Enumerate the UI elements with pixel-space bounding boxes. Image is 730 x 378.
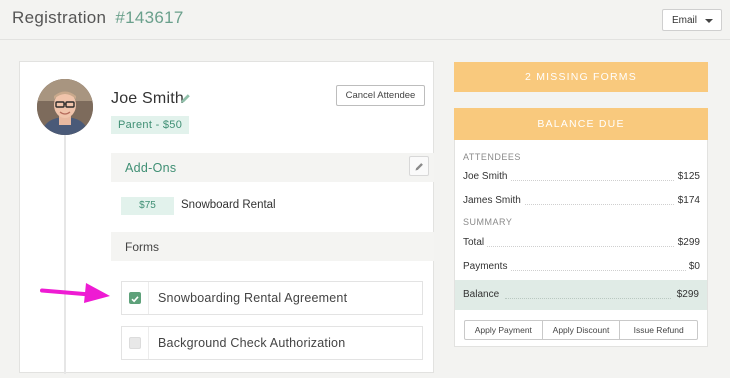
attendees-section-label: ATTENDEES [463, 152, 521, 162]
balance-due-card: BALANCE DUE ATTENDEES Joe Smith $125 Jam… [454, 108, 708, 347]
summary-line-total: Total $299 [463, 237, 700, 251]
balance-label: Balance [463, 289, 500, 300]
page-header: Registration #143617 Email [0, 0, 730, 40]
addon-price-tag: $75 [121, 197, 174, 215]
avatar [37, 79, 93, 135]
summary-line-label: Total [463, 237, 488, 248]
form-check-cell [122, 327, 149, 359]
balance-amount: $299 [676, 289, 699, 300]
annotation-arrow-icon [40, 283, 110, 303]
attendee-line-name: James Smith [463, 195, 524, 206]
edit-pencil-icon[interactable] [180, 93, 191, 104]
forms-section-header: Forms [111, 232, 434, 261]
form-label: Snowboarding Rental Agreement [158, 291, 348, 305]
email-button-label: Email [672, 15, 698, 26]
form-checkbox-checked[interactable] [129, 292, 141, 304]
addons-title: Add-Ons [125, 161, 177, 175]
payment-actions-group: Apply Payment Apply Discount Issue Refun… [464, 320, 698, 340]
pencil-icon [415, 163, 423, 171]
issue-refund-button[interactable]: Issue Refund [620, 321, 697, 339]
cancel-attendee-button[interactable]: Cancel Attendee [336, 85, 425, 106]
checkmark-icon [131, 296, 139, 303]
role-badge: Parent - $50 [111, 116, 190, 134]
attendee-name: Joe Smith [111, 90, 184, 107]
apply-payment-button[interactable]: Apply Payment [465, 321, 543, 339]
form-label: Background Check Authorization [158, 336, 346, 350]
form-check-cell [122, 282, 149, 314]
form-row-rental-agreement[interactable]: Snowboarding Rental Agreement [121, 281, 423, 315]
summary-line-amount: $0 [685, 261, 700, 272]
balance-due-header: BALANCE DUE [454, 108, 708, 140]
summary-line-payments: Payments $0 [463, 261, 700, 275]
caret-down-icon [705, 19, 713, 23]
avatar-photo [37, 79, 93, 135]
apply-discount-button[interactable]: Apply Discount [543, 321, 621, 339]
dotted-leader [505, 298, 671, 299]
edit-addons-button[interactable] [409, 156, 429, 176]
attendee-line: Joe Smith $125 [463, 171, 700, 185]
addons-section-header: Add-Ons [111, 153, 434, 182]
attendee-line-name: Joe Smith [463, 171, 511, 182]
summary-line-amount: $299 [674, 237, 700, 248]
registration-id: #143617 [115, 8, 184, 27]
addon-label: Snowboard Rental [181, 199, 276, 211]
balance-row: Balance $299 [455, 280, 707, 310]
email-dropdown-button[interactable]: Email [662, 9, 722, 31]
page-title-text: Registration [12, 8, 107, 27]
timeline-line [64, 132, 66, 374]
page-title: Registration #143617 [12, 8, 184, 28]
form-row-background-check[interactable]: Background Check Authorization [121, 326, 423, 360]
attendee-line: James Smith $174 [463, 195, 700, 209]
attendee-card: Joe Smith Parent - $50 Cancel Attendee A… [19, 61, 434, 374]
dotted-leader [463, 246, 700, 247]
attendee-line-amount: $174 [674, 195, 700, 206]
attendee-line-amount: $125 [674, 171, 700, 182]
summary-line-label: Payments [463, 261, 511, 272]
forms-title: Forms [125, 240, 159, 254]
summary-section-label: SUMMARY [463, 217, 513, 227]
missing-forms-banner[interactable]: 2 MISSING FORMS [454, 62, 708, 92]
form-checkbox-unchecked[interactable] [129, 337, 141, 349]
